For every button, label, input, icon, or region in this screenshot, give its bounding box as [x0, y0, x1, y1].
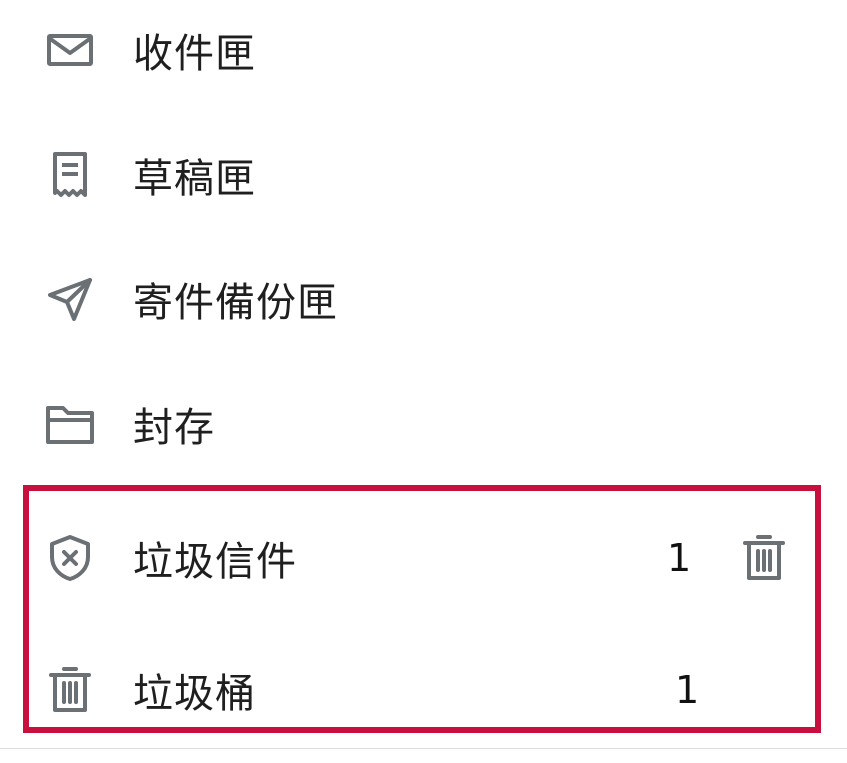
trash-item-count: 1 [675, 668, 700, 712]
spam-shield-icon [42, 530, 98, 586]
mail-folder-list: 收件匣 草稿匣 寄件備份匣 封存 垃圾信件 1 垃圾桶 1 [0, 0, 847, 763]
folder-item-spam[interactable]: 垃圾信件 1 [0, 496, 847, 620]
spam-unread-count: 1 [667, 536, 692, 580]
folder-label-inbox: 收件匣 [133, 31, 256, 77]
folder-label-drafts: 草稿匣 [133, 156, 256, 202]
folder-item-inbox[interactable]: 收件匣 [0, 0, 847, 112]
archive-folder-icon [42, 396, 98, 452]
folder-label-archive: 封存 [133, 405, 215, 451]
folder-label-sent: 寄件備份匣 [133, 280, 338, 326]
trash-icon [42, 662, 98, 718]
empty-spam-button[interactable] [737, 531, 791, 585]
empty-spam-trash-icon [737, 531, 791, 585]
folder-item-sent[interactable]: 寄件備份匣 [0, 237, 847, 361]
drafts-icon [42, 147, 98, 203]
sent-icon [42, 271, 98, 327]
folder-label-spam: 垃圾信件 [133, 539, 297, 585]
folder-label-trash: 垃圾桶 [133, 671, 256, 717]
folder-item-trash[interactable]: 垃圾桶 1 [0, 628, 847, 752]
divider [0, 748, 847, 749]
folder-item-drafts[interactable]: 草稿匣 [0, 113, 847, 237]
folder-item-archive[interactable]: 封存 [0, 362, 847, 486]
inbox-icon [42, 22, 98, 78]
